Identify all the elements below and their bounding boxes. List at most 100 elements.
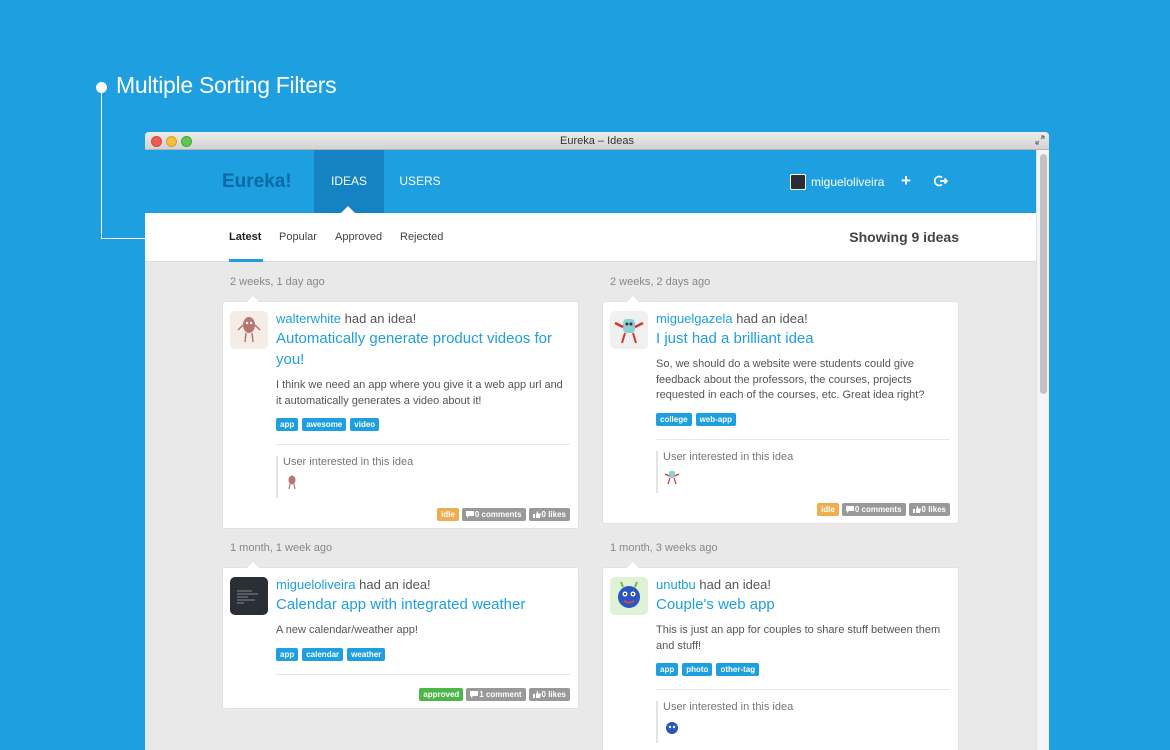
scrollbar-thumb[interactable] bbox=[1040, 154, 1047, 394]
comments-badge[interactable]: 1 comment bbox=[466, 688, 526, 701]
idea-title[interactable]: Calendar app with integrated weather bbox=[276, 594, 570, 615]
likes-count: 0 likes bbox=[541, 690, 566, 699]
author-link[interactable]: unutbu bbox=[656, 577, 696, 592]
tag[interactable]: app bbox=[656, 663, 679, 676]
app-viewport: Eureka! IDEAS USERS migueloliveira + Lat… bbox=[145, 150, 1036, 750]
browser-window: Eureka – Ideas Eureka! IDEAS USERS migue… bbox=[145, 132, 1049, 750]
status-badge: idle bbox=[437, 508, 459, 521]
filter-popular[interactable]: Popular bbox=[279, 231, 317, 243]
likes-count: 0 likes bbox=[921, 505, 946, 514]
divider bbox=[656, 438, 950, 440]
idea-description: This is just an app for couples to share… bbox=[656, 624, 941, 652]
divider bbox=[276, 673, 570, 675]
tag-list: college web-app bbox=[656, 412, 950, 426]
card-content: miguelgazela had an idea! I just had a b… bbox=[656, 311, 950, 493]
filter-latest[interactable]: Latest bbox=[229, 231, 261, 243]
author-suffix: had an idea! bbox=[736, 311, 808, 326]
idea-stats: idle 0 comments 0 likes bbox=[817, 503, 950, 516]
idea-timestamp: 1 month, 3 weeks ago bbox=[610, 542, 718, 554]
avatar bbox=[790, 174, 806, 190]
avatar[interactable] bbox=[230, 577, 268, 615]
author-line: migueloliveira had an idea! bbox=[276, 577, 570, 592]
interested-users: User interested in this idea bbox=[656, 701, 950, 743]
avatar[interactable] bbox=[283, 473, 301, 491]
nav-user-menu[interactable]: migueloliveira bbox=[790, 174, 884, 190]
tag[interactable]: awesome bbox=[302, 418, 347, 431]
author-suffix: had an idea! bbox=[699, 577, 771, 592]
author-line: walterwhite had an idea! bbox=[276, 311, 570, 326]
likes-badge[interactable]: 0 likes bbox=[908, 503, 950, 516]
filter-approved[interactable]: Approved bbox=[335, 231, 382, 243]
tag[interactable]: college bbox=[656, 412, 692, 426]
card-content: migueloliveira had an idea! Calendar app… bbox=[276, 577, 570, 675]
card-caret bbox=[627, 296, 639, 302]
divider bbox=[276, 444, 570, 445]
avatar[interactable] bbox=[610, 577, 648, 615]
nav-tab-ideas[interactable]: IDEAS bbox=[314, 150, 384, 213]
author-link[interactable]: miguelgazela bbox=[656, 311, 733, 326]
add-idea-button[interactable]: + bbox=[901, 171, 911, 191]
comments-count: 0 comments bbox=[854, 505, 902, 514]
comments-count: 0 comments bbox=[474, 510, 522, 519]
card-caret bbox=[247, 562, 259, 568]
scrollbar[interactable] bbox=[1036, 150, 1049, 750]
idea-card: miguelgazela had an idea! I just had a b… bbox=[602, 296, 959, 524]
comment-icon bbox=[845, 506, 854, 513]
active-tab-caret bbox=[341, 206, 355, 213]
author-suffix: had an idea! bbox=[359, 577, 431, 592]
idea-card: unutbu had an idea! Couple's web app Thi… bbox=[602, 562, 959, 750]
idea-title[interactable]: Couple's web app bbox=[656, 594, 950, 615]
interested-users: User interested in this idea bbox=[276, 456, 570, 498]
tag[interactable]: other-tag bbox=[716, 663, 760, 676]
idea-timestamp: 2 weeks, 1 day ago bbox=[230, 276, 325, 288]
filter-rejected[interactable]: Rejected bbox=[400, 231, 443, 243]
card-content: walterwhite had an idea! Automatically g… bbox=[276, 311, 570, 498]
author-link[interactable]: migueloliveira bbox=[276, 577, 355, 592]
idea-title[interactable]: Automatically generate product videos fo… bbox=[276, 328, 570, 370]
tag-list: app photo other-tag bbox=[656, 663, 950, 676]
comments-badge[interactable]: 0 comments bbox=[841, 503, 906, 516]
card-content: unutbu had an idea! Couple's web app Thi… bbox=[656, 577, 950, 743]
tag-list: app awesome video bbox=[276, 418, 570, 431]
tag[interactable]: weather bbox=[347, 647, 386, 661]
status-badge: idle bbox=[817, 503, 839, 516]
comment-icon bbox=[470, 691, 479, 698]
window-title: Eureka – Ideas bbox=[560, 135, 634, 147]
window-titlebar: Eureka – Ideas bbox=[145, 132, 1049, 150]
avatar[interactable] bbox=[230, 311, 268, 349]
status-badge: approved bbox=[419, 688, 464, 701]
avatar[interactable] bbox=[663, 468, 681, 486]
author-line: miguelgazela had an idea! bbox=[656, 311, 950, 326]
likes-badge[interactable]: 0 likes bbox=[528, 508, 570, 521]
avatar[interactable] bbox=[610, 311, 648, 349]
tag[interactable]: app bbox=[276, 418, 299, 431]
idea-description: A new calendar/weather app! bbox=[276, 624, 418, 636]
fullscreen-icon[interactable] bbox=[1035, 135, 1045, 145]
sort-filter-bar: Latest Popular Approved Rejected Showing… bbox=[145, 213, 1036, 262]
brand-logo[interactable]: Eureka! bbox=[222, 171, 292, 193]
tag[interactable]: web-app bbox=[695, 412, 737, 426]
avatar[interactable] bbox=[663, 718, 681, 736]
comments-badge[interactable]: 0 comments bbox=[461, 508, 526, 521]
annotation-title: Multiple Sorting Filters bbox=[116, 72, 337, 98]
tag[interactable]: video bbox=[350, 418, 380, 431]
likes-count: 0 likes bbox=[541, 510, 566, 519]
interested-label: User interested in this idea bbox=[283, 456, 414, 468]
tag[interactable]: calendar bbox=[302, 647, 344, 661]
author-suffix: had an idea! bbox=[344, 311, 417, 326]
author-link[interactable]: walterwhite bbox=[276, 311, 341, 326]
tag[interactable]: photo bbox=[682, 663, 713, 676]
likes-badge[interactable]: 0 likes bbox=[528, 688, 570, 701]
idea-timestamp: 2 weeks, 2 days ago bbox=[610, 276, 711, 288]
idea-title[interactable]: I just had a brilliant idea bbox=[656, 328, 950, 349]
idea-description: I think we need an app where you give it… bbox=[276, 379, 563, 407]
comment-icon bbox=[465, 511, 474, 518]
comments-count: 1 comment bbox=[479, 690, 522, 699]
thumbs-up-icon bbox=[532, 511, 541, 518]
tag[interactable]: app bbox=[276, 647, 299, 661]
idea-card: walterwhite had an idea! Automatically g… bbox=[222, 296, 579, 529]
interested-label: User interested in this idea bbox=[663, 701, 794, 713]
nav-tab-users[interactable]: USERS bbox=[390, 150, 450, 213]
logout-icon[interactable] bbox=[934, 174, 948, 188]
thumbs-up-icon bbox=[912, 506, 921, 513]
